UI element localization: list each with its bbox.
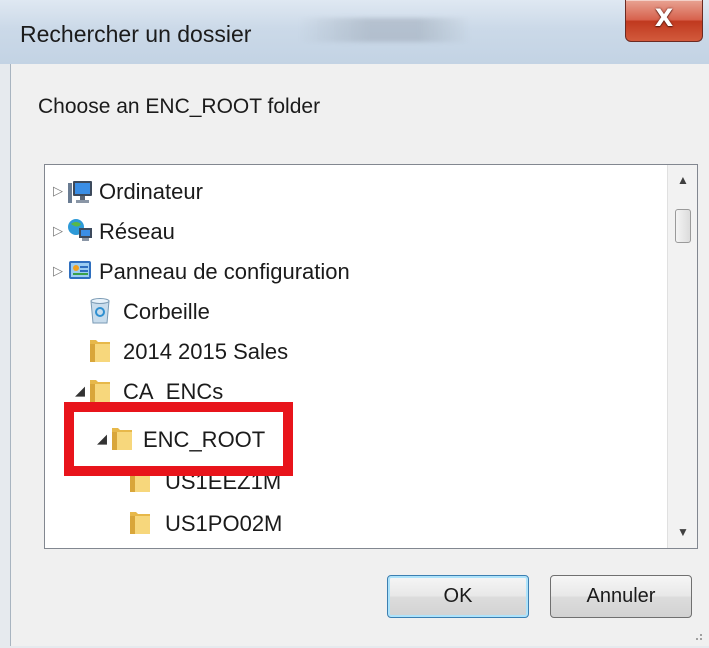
folder-icon <box>90 340 110 362</box>
recycle-bin-icon <box>90 298 110 324</box>
tree-item-label: Panneau de configuration <box>99 259 350 284</box>
expand-arrow-icon[interactable]: ▷ <box>53 263 67 279</box>
close-button[interactable]: X <box>625 0 703 42</box>
network-icon <box>68 219 92 241</box>
tree-item-ordinateur[interactable]: ▷ Ordinateur <box>45 173 665 213</box>
tree-item-corbeille[interactable]: Corbeille <box>45 293 665 333</box>
scroll-down-icon[interactable]: ▼ <box>668 525 697 539</box>
tree-item-label: 2014 2015 Sales <box>123 339 289 364</box>
tree-item-label: Réseau <box>99 219 175 244</box>
resize-grip-icon[interactable] <box>690 628 704 642</box>
computer-icon <box>68 181 92 203</box>
control-panel-icon <box>69 261 91 279</box>
background-blur <box>300 18 470 42</box>
scroll-up-icon[interactable]: ▲ <box>668 173 697 187</box>
vertical-scrollbar[interactable]: ▲ ▼ <box>667 165 697 548</box>
title-bar: Rechercher un dossier X <box>0 0 709 64</box>
tree-item-label: Corbeille <box>123 299 210 324</box>
cancel-button[interactable]: Annuler <box>550 575 692 618</box>
expand-arrow-icon[interactable]: ▷ <box>53 183 67 199</box>
tree-item-label: US1PO02M <box>165 511 283 536</box>
folder-icon <box>130 512 150 534</box>
tree-item-label: Ordinateur <box>99 179 203 204</box>
window-title: Rechercher un dossier <box>20 21 252 47</box>
tree-item-reseau[interactable]: ▷ Réseau <box>45 213 665 253</box>
folder-tree[interactable]: ▷ Ordinateur ▷ Réseau ▷ Panneau de confi… <box>44 164 698 549</box>
close-icon: X <box>654 4 674 32</box>
tree-item-panneau-de-configuration[interactable]: ▷ Panneau de configuration <box>45 253 665 293</box>
expand-arrow-icon[interactable]: ▷ <box>53 223 67 239</box>
tree-item-us1po02m[interactable]: US1PO02M <box>45 505 665 545</box>
red-annotation-box <box>64 402 293 476</box>
dialog-prompt: Choose an ENC_ROOT folder <box>38 95 321 118</box>
tree-item-2014-2015-sales[interactable]: 2014 2015 Sales <box>45 333 665 373</box>
ok-button[interactable]: OK <box>387 575 529 618</box>
scrollbar-thumb[interactable] <box>675 209 691 243</box>
